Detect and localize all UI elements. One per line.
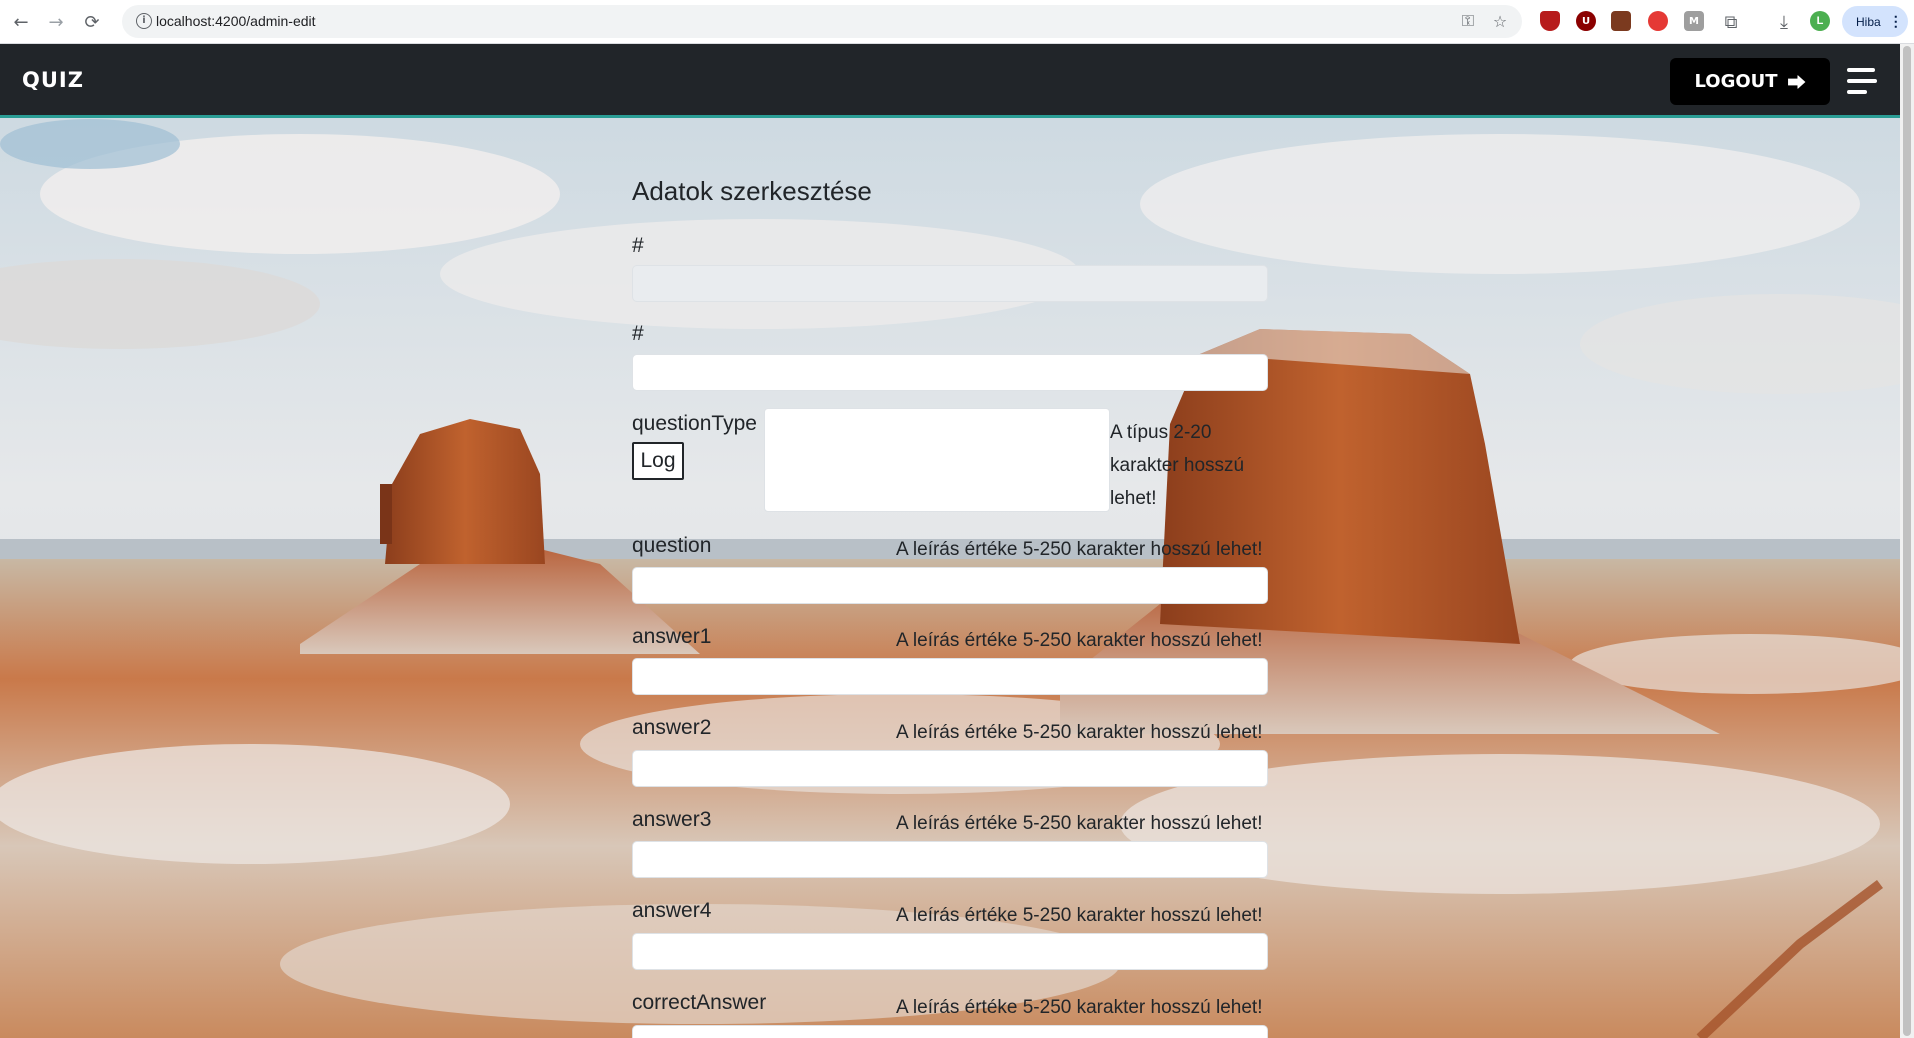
site-info-icon[interactable]: i bbox=[136, 13, 152, 29]
back-arrow-icon[interactable]: ← bbox=[9, 10, 33, 34]
answer4-label: answer4 bbox=[632, 899, 712, 922]
answer1-input[interactable] bbox=[632, 658, 1268, 695]
brand-logo[interactable]: QUIZ bbox=[22, 68, 84, 92]
log-button[interactable]: Log bbox=[632, 442, 684, 480]
answer3-input[interactable] bbox=[632, 841, 1268, 878]
extensions-puzzle-icon[interactable]: ⧉ bbox=[1719, 10, 1743, 34]
pdf-extension-icon[interactable] bbox=[1648, 11, 1668, 31]
hamburger-menu-icon[interactable] bbox=[1845, 68, 1877, 94]
page-title: Adatok szerkesztése bbox=[632, 176, 872, 206]
app-navbar: QUIZ LOGOUT ⮕ bbox=[0, 44, 1900, 118]
profile-avatar[interactable]: L bbox=[1810, 11, 1830, 31]
answer2-label: answer2 bbox=[632, 716, 712, 739]
address-bar[interactable]: i localhost:4200/admin-edit ⚿ ☆ bbox=[122, 5, 1522, 38]
mail-extension-icon[interactable]: M bbox=[1684, 11, 1704, 31]
question-type-error: A típus 2-20 karakter hosszú lehet! bbox=[1110, 422, 1245, 509]
answer3-label: answer3 bbox=[632, 808, 712, 831]
forward-arrow-icon[interactable]: → bbox=[44, 10, 68, 34]
cookie-extension-icon[interactable] bbox=[1611, 11, 1631, 31]
correct-answer-input[interactable] bbox=[632, 1025, 1268, 1038]
answer2-error: A leírás értéke 5-250 karakter hosszú le… bbox=[896, 722, 1263, 743]
field2-input[interactable] bbox=[632, 354, 1268, 391]
answer1-error: A leírás értéke 5-250 karakter hosszú le… bbox=[896, 630, 1263, 651]
page-viewport: QUIZ LOGOUT ⮕ Adatok szerkesztése # # qu… bbox=[0, 44, 1900, 1038]
bookmark-star-icon[interactable]: ☆ bbox=[1490, 11, 1510, 31]
id-input bbox=[632, 265, 1268, 302]
answer1-label: answer1 bbox=[632, 625, 712, 648]
more-menu-icon[interactable]: ⋮ bbox=[1889, 13, 1903, 30]
id-label: # bbox=[632, 234, 644, 257]
correct-answer-error: A leírás értéke 5-250 karakter hosszú le… bbox=[896, 997, 1263, 1018]
question-label: question bbox=[632, 534, 712, 557]
question-input[interactable] bbox=[632, 567, 1268, 604]
question-type-label: questionType bbox=[632, 412, 757, 435]
logout-label: LOGOUT bbox=[1694, 71, 1778, 92]
correct-answer-label: correctAnswer bbox=[632, 991, 767, 1014]
address-url[interactable]: localhost:4200/admin-edit bbox=[156, 13, 316, 29]
logout-button[interactable]: LOGOUT ⮕ bbox=[1670, 58, 1830, 105]
reload-icon[interactable]: ⟳ bbox=[80, 10, 104, 34]
question-error: A leírás értéke 5-250 karakter hosszú le… bbox=[896, 539, 1263, 560]
password-key-icon[interactable]: ⚿ bbox=[1458, 11, 1478, 31]
error-chip-button[interactable]: Hiba ⋮ bbox=[1842, 6, 1908, 37]
download-icon[interactable]: ⤓ bbox=[1772, 10, 1796, 34]
question-type-textarea[interactable] bbox=[764, 408, 1110, 512]
answer4-error: A leírás értéke 5-250 karakter hosszú le… bbox=[896, 905, 1263, 926]
ublock-extension-icon[interactable]: U bbox=[1576, 11, 1596, 31]
answer3-error: A leírás értéke 5-250 karakter hosszú le… bbox=[896, 813, 1263, 834]
field2-label: # bbox=[632, 322, 644, 345]
scrollbar-thumb[interactable] bbox=[1903, 46, 1911, 1036]
answer4-input[interactable] bbox=[632, 933, 1268, 970]
browser-toolbar: ← → ⟳ i localhost:4200/admin-edit ⚿ ☆ U … bbox=[0, 0, 1914, 44]
logout-icon: ⮕ bbox=[1787, 72, 1806, 94]
shield-extension-icon[interactable] bbox=[1540, 11, 1560, 31]
error-chip-label: Hiba bbox=[1856, 14, 1881, 29]
answer2-input[interactable] bbox=[632, 750, 1268, 787]
page-scrollbar[interactable] bbox=[1900, 44, 1914, 1038]
